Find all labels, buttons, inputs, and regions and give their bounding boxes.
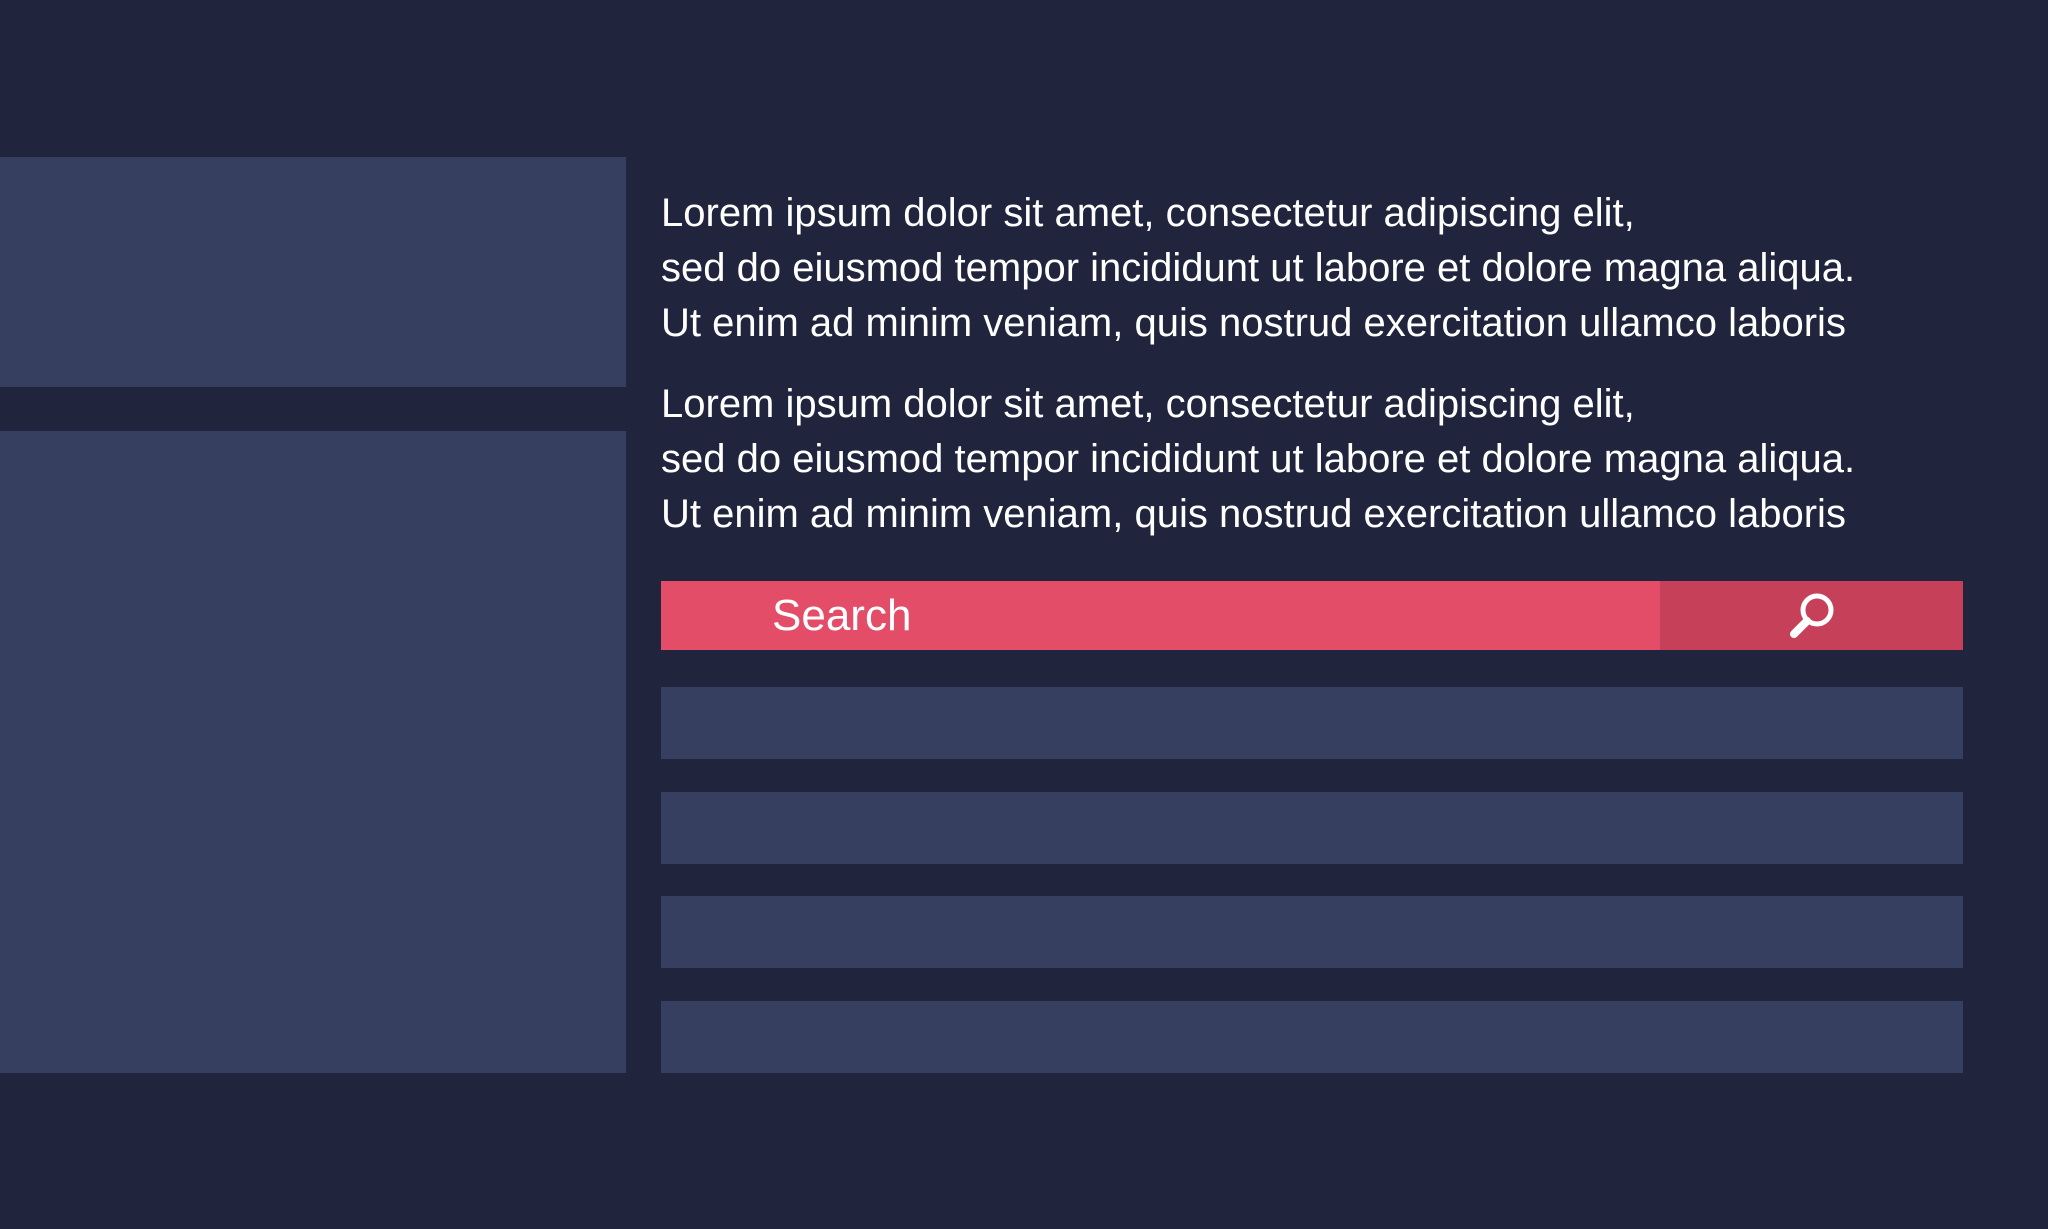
paragraph: Lorem ipsum dolor sit amet, consectetur … xyxy=(661,186,1991,351)
paragraph-line: Lorem ipsum dolor sit amet, consectetur … xyxy=(661,382,1635,426)
list-item[interactable] xyxy=(661,687,1963,759)
sidebar-panel-top xyxy=(0,157,626,387)
paragraph-line: Lorem ipsum dolor sit amet, consectetur … xyxy=(661,191,1635,235)
search-input[interactable] xyxy=(661,581,1660,650)
paragraph-line: Ut enim ad minim veniam, quis nostrud ex… xyxy=(661,301,1846,345)
search-button[interactable] xyxy=(1660,581,1963,650)
paragraph-line: sed do eiusmod tempor incididunt ut labo… xyxy=(661,437,1856,481)
list-item[interactable] xyxy=(661,1001,1963,1073)
search-bar xyxy=(661,581,1963,650)
paragraph-line: Ut enim ad minim veniam, quis nostrud ex… xyxy=(661,492,1846,536)
paragraph: Lorem ipsum dolor sit amet, consectetur … xyxy=(661,377,1991,542)
search-icon xyxy=(1789,593,1833,638)
list-item[interactable] xyxy=(661,896,1963,968)
list-item[interactable] xyxy=(661,792,1963,864)
paragraph-line: sed do eiusmod tempor incididunt ut labo… xyxy=(661,246,1856,290)
sidebar-panel-bottom xyxy=(0,431,626,1073)
